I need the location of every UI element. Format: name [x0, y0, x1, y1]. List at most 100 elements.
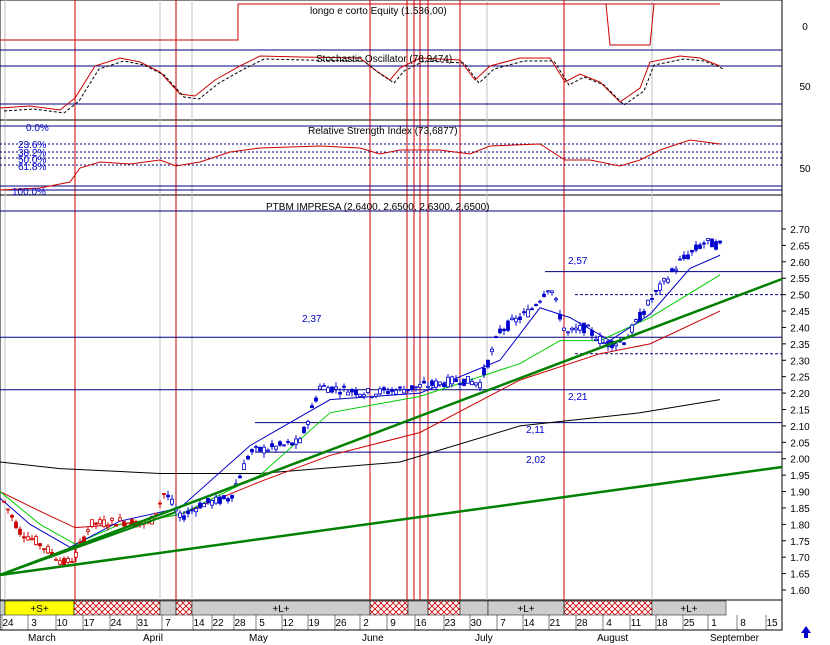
y-tick-label: 2.00 — [790, 455, 810, 466]
candle-body — [394, 389, 398, 395]
candle-body — [230, 494, 234, 499]
candle-body — [366, 388, 370, 393]
candle-body — [78, 541, 82, 544]
candle-body — [514, 317, 518, 323]
stochastic-axis-label: 50 — [799, 82, 811, 93]
x-tick-label: 22 — [212, 618, 224, 629]
candle-body — [170, 498, 174, 505]
candle-body — [206, 497, 210, 504]
y-tick-label: 1.80 — [790, 520, 810, 531]
candle-body — [110, 517, 114, 521]
candle-body — [46, 546, 50, 554]
candle-body — [2, 500, 6, 503]
candle-body — [402, 389, 406, 394]
y-tick-label: 1.90 — [790, 488, 810, 499]
candle-body — [218, 496, 222, 504]
candle-body — [450, 376, 454, 385]
month-label: July — [475, 633, 493, 644]
candle-body — [178, 512, 182, 518]
candle-body — [26, 536, 30, 541]
x-tick-label: 12 — [282, 618, 294, 629]
candle-body — [290, 442, 294, 446]
price-level-label: 2,37 — [302, 314, 322, 325]
candle-body — [334, 386, 338, 390]
candle-body — [114, 524, 118, 527]
y-tick-label: 2.40 — [790, 323, 810, 334]
month-label: September — [710, 633, 760, 644]
candle-body — [242, 463, 246, 471]
candle-body — [570, 327, 574, 331]
candle-body — [386, 391, 390, 394]
candle-body — [294, 438, 298, 445]
candle-body — [298, 438, 302, 444]
candle-body — [678, 258, 682, 261]
candle-body — [662, 278, 666, 282]
candle-body — [346, 391, 350, 396]
y-tick-label: 1.70 — [790, 553, 810, 564]
x-axis-months: March April May June July August September — [28, 633, 760, 644]
candle-body — [390, 389, 394, 392]
candle-body — [258, 446, 262, 452]
y-tick-label: 2.45 — [790, 307, 810, 318]
candle-body — [330, 386, 334, 393]
candle-body — [702, 242, 706, 245]
candle-body — [494, 336, 498, 339]
y-tick-label: 2.30 — [790, 356, 810, 367]
x-tick-label: 7 — [165, 618, 171, 629]
candle-body — [302, 426, 306, 434]
price-level-label: 2,57 — [568, 256, 588, 267]
candle-body — [602, 342, 606, 345]
rsi-axis-label: 50 — [799, 164, 811, 175]
candle-body — [646, 299, 650, 306]
candle-body — [690, 249, 694, 253]
candle-body — [30, 537, 34, 540]
signal-segment — [0, 600, 6, 616]
candle-body — [354, 389, 358, 396]
candle-body — [458, 383, 462, 386]
candle-body — [154, 512, 158, 515]
x-tick-label: 1 — [711, 618, 717, 629]
candle-body — [118, 517, 122, 522]
candle-body — [166, 494, 170, 498]
signal-bar: +S+ +L+ +L+ +L+ — [0, 600, 727, 616]
y-tick-label: 1.75 — [790, 537, 810, 548]
candle-body — [550, 290, 554, 294]
candle-body — [314, 397, 318, 402]
candle-body — [478, 382, 482, 389]
candle-body — [574, 327, 578, 331]
scroll-up-arrow-icon[interactable] — [801, 626, 811, 638]
candle-body — [210, 500, 214, 506]
x-tick-label: 14 — [193, 618, 205, 629]
price-title: PTBM IMPRESA (2,6400, 2,6500, 2,6300, 2,… — [266, 202, 489, 213]
candle-body — [274, 445, 278, 450]
signal-segment — [159, 600, 177, 616]
candle-body — [310, 405, 314, 409]
candle-body — [222, 495, 226, 500]
candle-body — [38, 543, 42, 547]
candle-body — [426, 385, 430, 388]
candle-body — [438, 381, 442, 386]
candle-body — [318, 385, 322, 390]
candle-body — [214, 496, 218, 504]
candle-body — [630, 324, 634, 333]
candle-body — [590, 329, 594, 336]
candle-body — [198, 502, 202, 509]
x-tick-label: 14 — [523, 618, 535, 629]
candle-body — [382, 387, 386, 391]
candle-body — [122, 521, 126, 527]
candle-body — [434, 380, 438, 388]
month-label: August — [597, 633, 628, 644]
candle-body — [714, 241, 718, 250]
candle-body — [490, 348, 494, 353]
x-tick-label: 24 — [2, 618, 14, 629]
candle-body — [254, 446, 258, 448]
signal-segment — [175, 600, 193, 616]
candle-body — [262, 446, 266, 454]
x-tick-label: 11 — [631, 618, 642, 629]
candle-body — [378, 388, 382, 395]
candle-body — [342, 385, 346, 388]
y-tick-label: 2.15 — [790, 406, 810, 417]
y-tick-label: 2.35 — [790, 340, 810, 351]
candle-body — [422, 380, 426, 384]
candle-body — [226, 498, 230, 502]
